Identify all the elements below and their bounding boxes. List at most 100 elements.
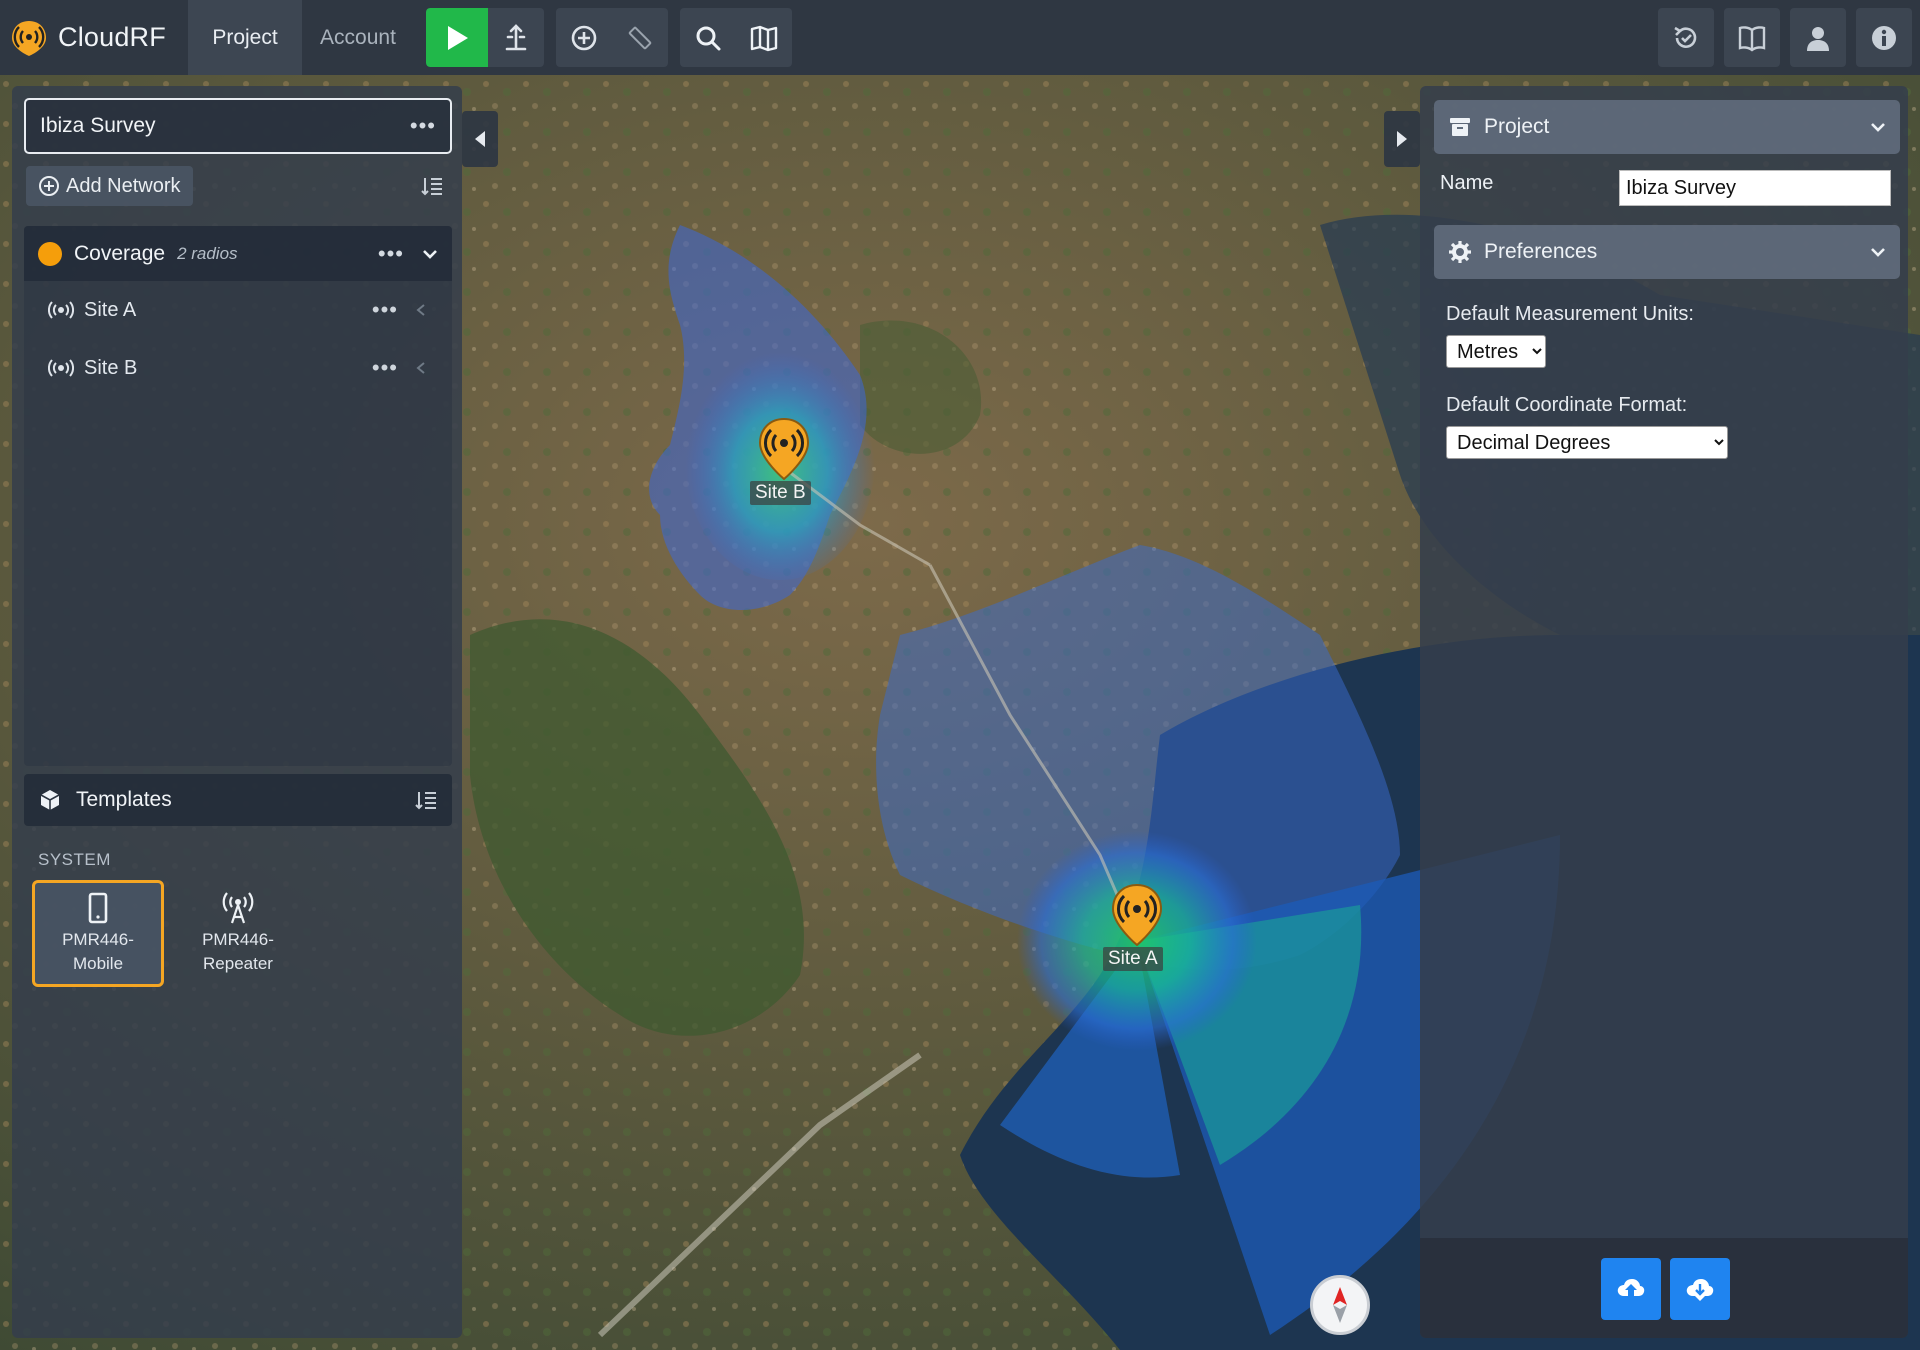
triangle-right-icon xyxy=(1397,131,1407,147)
sort-icon[interactable] xyxy=(414,789,438,811)
sort-icon[interactable] xyxy=(420,175,444,197)
project-title: Ibiza Survey xyxy=(40,114,156,137)
template-line1: PMR446- xyxy=(202,929,274,949)
user-icon xyxy=(1807,26,1829,51)
compass-needle-icon xyxy=(1333,1287,1347,1323)
site-a-marker[interactable]: Site A xyxy=(1103,883,1169,983)
system-section-label: SYSTEM xyxy=(38,850,111,869)
network-menu-icon[interactable]: ••• xyxy=(378,242,404,264)
measure-button[interactable] xyxy=(612,8,668,67)
template-line2: Repeater xyxy=(203,953,273,973)
templates-header[interactable]: Templates xyxy=(24,774,452,826)
archive-icon xyxy=(1450,118,1470,136)
template-line2: Mobile xyxy=(72,953,124,973)
view-tools xyxy=(680,8,792,67)
ruler-icon xyxy=(628,26,652,49)
network-color-dot[interactable] xyxy=(38,241,62,266)
network-header[interactable]: Coverage 2 radios ••• xyxy=(24,226,452,281)
brand[interactable]: CloudRF xyxy=(0,0,188,75)
upload-tower-icon xyxy=(505,23,527,50)
site-a-name: Site A xyxy=(84,298,137,321)
info-icon xyxy=(1872,25,1896,50)
chevron-down-icon[interactable] xyxy=(422,248,438,260)
add-circle-icon xyxy=(39,176,59,196)
preferences-section-label: Preferences xyxy=(1484,240,1598,263)
history-button[interactable] xyxy=(1658,8,1714,67)
site-a-menu-icon[interactable]: ••• xyxy=(372,299,398,321)
play-icon xyxy=(448,25,468,50)
tab-account[interactable]: Account xyxy=(302,0,414,75)
download-button[interactable] xyxy=(1670,1258,1730,1320)
units-label: Default Measurement Units: xyxy=(1446,303,1694,325)
broadcast-tower-icon xyxy=(222,891,254,923)
units-select[interactable]: Metres xyxy=(1446,335,1546,368)
map-book-icon xyxy=(750,25,778,51)
add-circle-icon xyxy=(571,25,597,50)
cloud-upload-icon xyxy=(1617,1279,1645,1296)
site-row-b[interactable]: Site B ••• xyxy=(24,339,452,397)
template-pmr446-repeater[interactable]: PMR446- Repeater xyxy=(172,880,304,987)
search-button[interactable] xyxy=(680,8,736,67)
template-pmr446-mobile[interactable]: PMR446- Mobile xyxy=(32,880,164,987)
antenna-signal-icon xyxy=(48,359,74,377)
right-toolbar xyxy=(1658,8,1912,67)
app-name: CloudRF xyxy=(58,22,166,52)
coord-format-select[interactable]: Decimal Degrees xyxy=(1446,426,1728,459)
chevron-down-icon xyxy=(1871,248,1885,257)
map-layers-button[interactable] xyxy=(736,8,792,67)
add-network-label: Add Network xyxy=(66,174,181,197)
chevron-left-icon[interactable] xyxy=(416,303,426,317)
run-tools xyxy=(426,8,544,67)
chevron-down-icon xyxy=(1871,123,1885,132)
project-section-header[interactable]: Project xyxy=(1434,100,1900,154)
site-b-label: Site B xyxy=(750,481,811,505)
compass-button[interactable] xyxy=(1310,1275,1370,1335)
add-site-button[interactable] xyxy=(556,8,612,67)
tab-project[interactable]: Project xyxy=(188,0,302,75)
cube-icon xyxy=(40,790,60,810)
left-panel: Ibiza Survey ••• Add Network Coverage 2 … xyxy=(12,86,462,1338)
network-radio-count: 2 radios xyxy=(177,243,238,263)
upload-tower-button[interactable] xyxy=(488,8,544,67)
network-coverage: Coverage 2 radios ••• Site A ••• Site B … xyxy=(24,226,452,766)
right-panel: Project Name Preferences Default Measure… xyxy=(1420,86,1908,1338)
site-row-a[interactable]: Site A ••• xyxy=(24,281,452,339)
name-label: Name xyxy=(1440,172,1494,194)
project-title-box[interactable]: Ibiza Survey ••• xyxy=(24,98,452,154)
network-name: Coverage xyxy=(74,241,166,265)
top-bar: CloudRF Project Account xyxy=(0,0,1920,75)
triangle-left-icon xyxy=(475,131,485,147)
mobile-phone-icon xyxy=(88,892,108,923)
run-button[interactable] xyxy=(426,8,488,67)
site-b-menu-icon[interactable]: ••• xyxy=(372,357,398,379)
chevron-left-icon[interactable] xyxy=(416,361,426,375)
collapse-left-button[interactable] xyxy=(462,111,498,167)
history-icon xyxy=(1674,26,1697,48)
site-a-label: Site A xyxy=(1103,947,1163,971)
radio-tower-icon xyxy=(1111,883,1163,947)
info-button[interactable] xyxy=(1856,8,1912,67)
draw-tools xyxy=(556,8,668,67)
templates-label: Templates xyxy=(76,788,172,811)
site-b-name: Site B xyxy=(84,356,138,379)
search-icon xyxy=(696,26,721,50)
cloudrf-logo-icon xyxy=(12,20,46,56)
preferences-section-header[interactable]: Preferences xyxy=(1434,225,1900,279)
right-panel-footer xyxy=(1420,1238,1908,1338)
project-section-label: Project xyxy=(1484,115,1550,138)
template-line1: PMR446- xyxy=(62,929,134,949)
coord-format-label: Default Coordinate Format: xyxy=(1446,394,1688,416)
site-b-marker[interactable]: Site B xyxy=(750,417,816,517)
gear-icon xyxy=(1449,241,1471,263)
docs-button[interactable] xyxy=(1724,8,1780,67)
cloud-download-icon xyxy=(1686,1279,1714,1301)
antenna-signal-icon xyxy=(48,301,74,319)
project-menu-icon[interactable]: ••• xyxy=(410,115,436,137)
upload-button[interactable] xyxy=(1601,1258,1661,1320)
collapse-right-button[interactable] xyxy=(1384,111,1420,167)
project-name-input[interactable] xyxy=(1619,170,1891,206)
radio-tower-icon xyxy=(758,417,810,481)
add-network-button[interactable]: Add Network xyxy=(26,166,193,206)
user-button[interactable] xyxy=(1790,8,1846,67)
book-icon xyxy=(1738,25,1766,51)
